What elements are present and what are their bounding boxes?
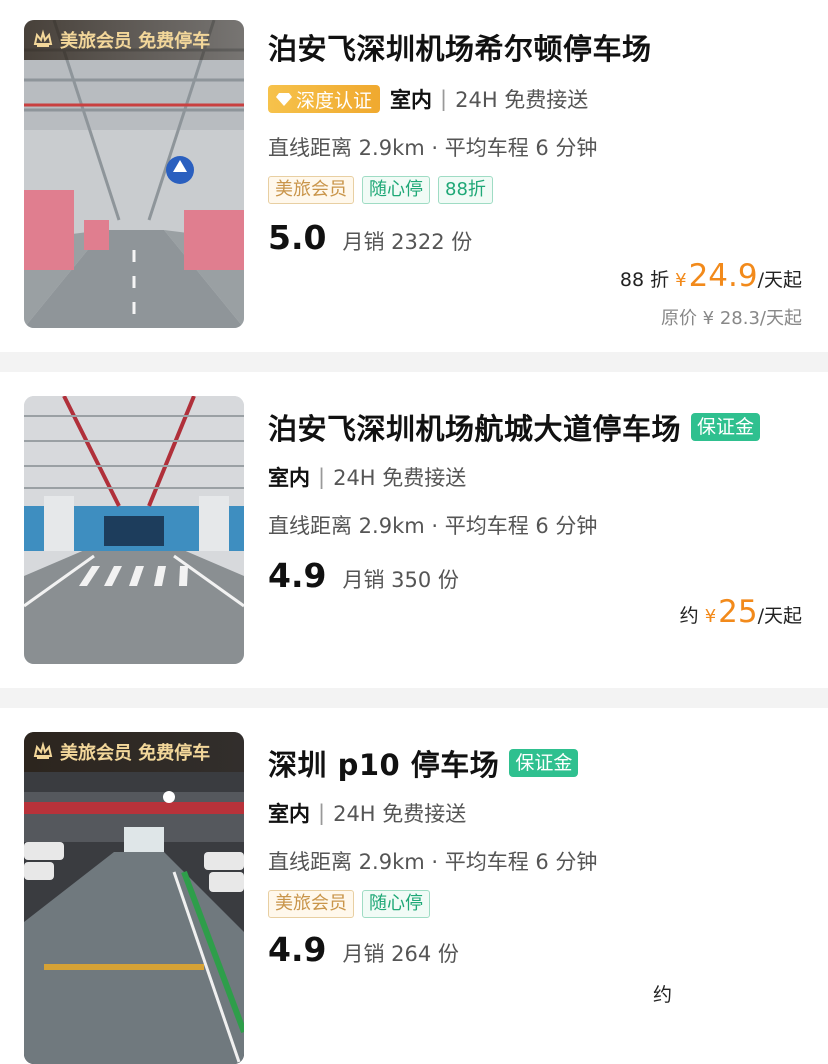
rating-score: 5.0 — [268, 218, 331, 257]
card-separator — [0, 352, 828, 372]
divider: | — [318, 801, 326, 825]
meta-row: 室内 | 24H 免费接送 — [268, 462, 466, 492]
service-label: 24H 免费接送 — [333, 466, 467, 490]
title-row: 深圳 p10 停车场 保证金 — [268, 742, 579, 784]
price-unit: /天起 — [757, 605, 802, 627]
parking-photo[interactable]: 美旅会员 免费停车 — [24, 732, 244, 1064]
parking-photo[interactable]: 美旅会员 免费停车 — [24, 20, 244, 328]
rating-row: 5.0 月销 2322 份 — [268, 218, 472, 257]
tag-discount: 88折 — [438, 176, 493, 204]
rating-row: 4.9 月销 350 份 — [268, 556, 459, 595]
parking-card-3[interactable]: 美旅会员 免费停车 深圳 p10 停车场 保证金 室内 | 24H 免费接送 直… — [0, 708, 828, 1064]
title-row: 泊安飞深圳机场航城大道停车场 保证金 — [268, 406, 761, 448]
title-row: 泊安飞深圳机场希尔顿停车场 — [268, 26, 652, 68]
monthly-sales: 月销 2322 份 — [342, 230, 473, 254]
service-label: 24H 免费接送 — [333, 802, 467, 826]
original-price: 原价 ¥ 28.3/天起 — [660, 308, 802, 329]
parking-title[interactable]: 泊安飞深圳机场航城大道停车场 — [268, 406, 681, 448]
price-prefix: 88 折 — [619, 269, 670, 291]
parking-title[interactable]: 深圳 p10 停车场 — [268, 742, 499, 784]
certified-badge-label: 深度认证 — [296, 89, 373, 112]
distance-info: 直线距离 2.9km · 平均车程 6 分钟 — [268, 136, 598, 160]
meta-row: 深度认证 室内 | 24H 免费接送 — [268, 84, 588, 114]
divider: | — [440, 87, 448, 111]
rating-row: 4.9 月销 264 份 — [268, 930, 459, 969]
indoor-label: 室内 — [268, 466, 310, 490]
indoor-label: 室内 — [268, 802, 310, 826]
parking-photo[interactable] — [24, 396, 244, 664]
member-free-parking-banner: 美旅会员 免费停车 — [24, 20, 244, 60]
member-banner-text: 美旅会员 免费停车 — [60, 743, 211, 764]
tag-flexible: 随心停 — [362, 176, 430, 204]
distance-info: 直线距离 2.9km · 平均车程 6 分钟 — [268, 514, 598, 538]
price-row: 约 — [653, 980, 678, 1007]
yen-symbol: ¥ — [675, 270, 687, 291]
certified-badge: 深度认证 — [268, 85, 381, 113]
price-row: 约 ¥ 25 /天起 — [680, 594, 802, 630]
crown-icon — [33, 741, 53, 759]
divider: | — [318, 465, 326, 489]
price-value: 25 — [718, 594, 758, 630]
price-value: 24.9 — [688, 258, 758, 294]
service-label: 24H 免费接送 — [455, 88, 589, 112]
monthly-sales: 月销 350 份 — [342, 568, 459, 592]
diamond-icon — [276, 93, 292, 106]
price-prefix: 约 — [652, 984, 672, 1006]
meta-row: 室内 | 24H 免费接送 — [268, 798, 466, 828]
indoor-label: 室内 — [390, 88, 433, 112]
tags-row: 美旅会员 随心停 — [268, 890, 430, 918]
tag-member: 美旅会员 — [268, 890, 354, 918]
price-row: 88 折 ¥ 24.9 /天起 — [620, 258, 802, 294]
yen-symbol: ¥ — [704, 606, 717, 627]
crown-icon — [33, 29, 53, 47]
distance-info: 直线距离 2.9km · 平均车程 6 分钟 — [268, 850, 598, 874]
parking-card-2[interactable]: 泊安飞深圳机场航城大道停车场 保证金 室内 | 24H 免费接送 直线距离 2.… — [0, 372, 828, 688]
tag-flexible: 随心停 — [362, 890, 430, 918]
deposit-badge: 保证金 — [691, 413, 761, 441]
tags-row: 美旅会员 随心停 88折 — [268, 176, 493, 204]
tag-member: 美旅会员 — [268, 176, 354, 204]
member-banner-text: 美旅会员 免费停车 — [60, 31, 211, 52]
parking-card-1[interactable]: 美旅会员 免费停车 泊安飞深圳机场希尔顿停车场 深度认证 室内 | 24H 免费… — [0, 0, 828, 352]
monthly-sales: 月销 264 份 — [342, 942, 459, 966]
price-prefix: 约 — [679, 605, 699, 627]
deposit-badge: 保证金 — [509, 749, 579, 777]
card-separator — [0, 688, 828, 708]
rating-score: 4.9 — [268, 556, 331, 595]
member-free-parking-banner: 美旅会员 免费停车 — [24, 732, 244, 772]
rating-score: 4.9 — [268, 930, 331, 969]
price-unit: /天起 — [757, 269, 802, 291]
parking-title[interactable]: 泊安飞深圳机场希尔顿停车场 — [268, 26, 652, 68]
